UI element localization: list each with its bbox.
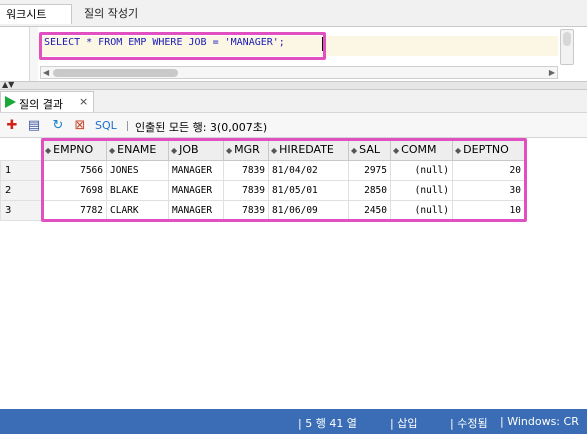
editor-vertical-scrollbar[interactable] — [560, 29, 574, 65]
cell-comm[interactable]: (null) — [390, 180, 453, 201]
sort-icon: ◆ — [393, 146, 400, 155]
cell-hiredate[interactable]: 81/04/02 — [268, 160, 349, 181]
editor-margin — [30, 27, 38, 81]
line-ending-mode: | Windows: CR — [500, 415, 579, 428]
sql-button[interactable]: SQL — [95, 119, 117, 132]
column-header-hiredate[interactable]: ◆ HIREDATE — [268, 138, 349, 161]
cell-hiredate[interactable]: 81/06/09 — [268, 200, 349, 221]
cell-ename[interactable]: CLARK — [106, 200, 169, 221]
vertical-scroll-thumb[interactable] — [563, 32, 571, 46]
sql-editor[interactable]: SELECT * FROM EMP WHERE JOB = 'MANAGER';… — [0, 27, 587, 81]
line-number-gutter — [0, 27, 30, 81]
cell-job[interactable]: MANAGER — [168, 200, 224, 221]
cursor-position: | 5 행 41 열 — [298, 417, 357, 430]
tab-query-result[interactable]: 질의 결과 × — [0, 91, 94, 112]
sort-icon: ◆ — [109, 146, 116, 155]
results-table: ◆ EMPNO ◆ ENAME ◆ JOB ◆ MGR ◆ HIREDATE ◆ SAL ◆… — [0, 138, 525, 221]
tab-worksheet[interactable]: 워크시트 — [0, 4, 72, 24]
results-tabbar: 질의 결과 × — [0, 90, 587, 112]
cell-deptno[interactable]: 10 — [452, 200, 525, 221]
print-icon[interactable]: ▤ — [26, 118, 42, 134]
status-bar: | 5 행 41 열 | 삽입 | 수정됨 | Windows: CR — [0, 409, 587, 434]
text-caret — [322, 37, 323, 51]
pane-splitter[interactable]: ▲▼ — [0, 80, 587, 90]
sort-icon: ◆ — [455, 146, 462, 155]
cell-empno[interactable]: 7782 — [42, 200, 107, 221]
row-number[interactable]: 2 — [0, 180, 43, 201]
results-grid: ◆ EMPNO ◆ ENAME ◆ JOB ◆ MGR ◆ HIREDATE ◆ SAL ◆… — [0, 138, 587, 408]
column-header-deptno[interactable]: ◆ DEPTNO — [452, 138, 525, 161]
column-header-job[interactable]: ◆ JOB — [168, 138, 224, 161]
cell-mgr[interactable]: 7839 — [223, 160, 269, 181]
cell-comm[interactable]: (null) — [390, 200, 453, 221]
column-header-ename[interactable]: ◆ ENAME — [106, 138, 169, 161]
editor-horizontal-scrollbar[interactable]: ◀ ▶ — [40, 66, 558, 79]
cell-mgr[interactable]: 7839 — [223, 200, 269, 221]
pin-icon[interactable]: ✚ — [4, 118, 20, 134]
sort-icon: ◆ — [171, 146, 178, 155]
close-icon[interactable]: × — [79, 95, 88, 108]
cell-job[interactable]: MANAGER — [168, 180, 224, 201]
collapse-arrows-icon[interactable]: ▲▼ — [2, 80, 14, 89]
cell-job[interactable]: MANAGER — [168, 160, 224, 181]
results-toolbar: ✚ ▤ ↻ ⊠ SQL 인출된 모든 행: 3(0,007초) — [0, 112, 587, 138]
row-header-corner — [0, 138, 43, 161]
scroll-left-icon[interactable]: ◀ — [43, 68, 49, 77]
column-header-empno[interactable]: ◆ EMPNO — [42, 138, 107, 161]
cell-deptno[interactable]: 30 — [452, 180, 525, 201]
sort-icon: ◆ — [271, 146, 278, 155]
worksheet-tabbar: 워크시트 질의 작성기 — [0, 0, 587, 27]
sort-icon: ◆ — [226, 146, 233, 155]
cell-hiredate[interactable]: 81/05/01 — [268, 180, 349, 201]
toolbar-divider — [127, 121, 128, 131]
cell-sal[interactable]: 2450 — [348, 200, 391, 221]
export-icon[interactable]: ⊠ — [72, 118, 88, 134]
sort-icon: ◆ — [351, 146, 358, 155]
modified-indicator: | 수정됨 — [450, 417, 488, 430]
table-row[interactable]: 1 7566 JONES MANAGER 7839 81/04/02 2975 … — [0, 160, 525, 181]
tab-query-result-label: 질의 결과 — [19, 98, 63, 111]
fetch-status: 인출된 모든 행: 3(0,007초) — [135, 121, 268, 134]
insert-mode: | 삽입 — [390, 417, 418, 430]
cell-empno[interactable]: 7698 — [42, 180, 107, 201]
cell-mgr[interactable]: 7839 — [223, 180, 269, 201]
cell-comm[interactable]: (null) — [390, 160, 453, 181]
cell-empno[interactable]: 7566 — [42, 160, 107, 181]
sort-icon: ◆ — [45, 146, 52, 155]
row-number[interactable]: 3 — [0, 200, 43, 221]
row-number[interactable]: 1 — [0, 160, 43, 181]
refresh-icon[interactable]: ↻ — [50, 118, 66, 134]
column-header-mgr[interactable]: ◆ MGR — [223, 138, 269, 161]
header-row: ◆ EMPNO ◆ ENAME ◆ JOB ◆ MGR ◆ HIREDATE ◆ SAL ◆… — [0, 138, 525, 161]
horizontal-scroll-thumb[interactable] — [53, 69, 178, 77]
column-header-sal[interactable]: ◆ SAL — [348, 138, 391, 161]
table-row[interactable]: 2 7698 BLAKE MANAGER 7839 81/05/01 2850 … — [0, 180, 525, 201]
run-icon — [5, 96, 16, 108]
cell-sal[interactable]: 2850 — [348, 180, 391, 201]
cell-ename[interactable]: BLAKE — [106, 180, 169, 201]
cell-deptno[interactable]: 20 — [452, 160, 525, 181]
column-header-comm[interactable]: ◆ COMM — [390, 138, 453, 161]
cell-ename[interactable]: JONES — [106, 160, 169, 181]
table-row[interactable]: 3 7782 CLARK MANAGER 7839 81/06/09 2450 … — [0, 200, 525, 221]
tab-query-builder[interactable]: 질의 작성기 — [78, 4, 144, 24]
sql-statement[interactable]: SELECT * FROM EMP WHERE JOB = 'MANAGER'; — [44, 37, 285, 48]
scroll-right-icon[interactable]: ▶ — [549, 68, 555, 77]
cell-sal[interactable]: 2975 — [348, 160, 391, 181]
